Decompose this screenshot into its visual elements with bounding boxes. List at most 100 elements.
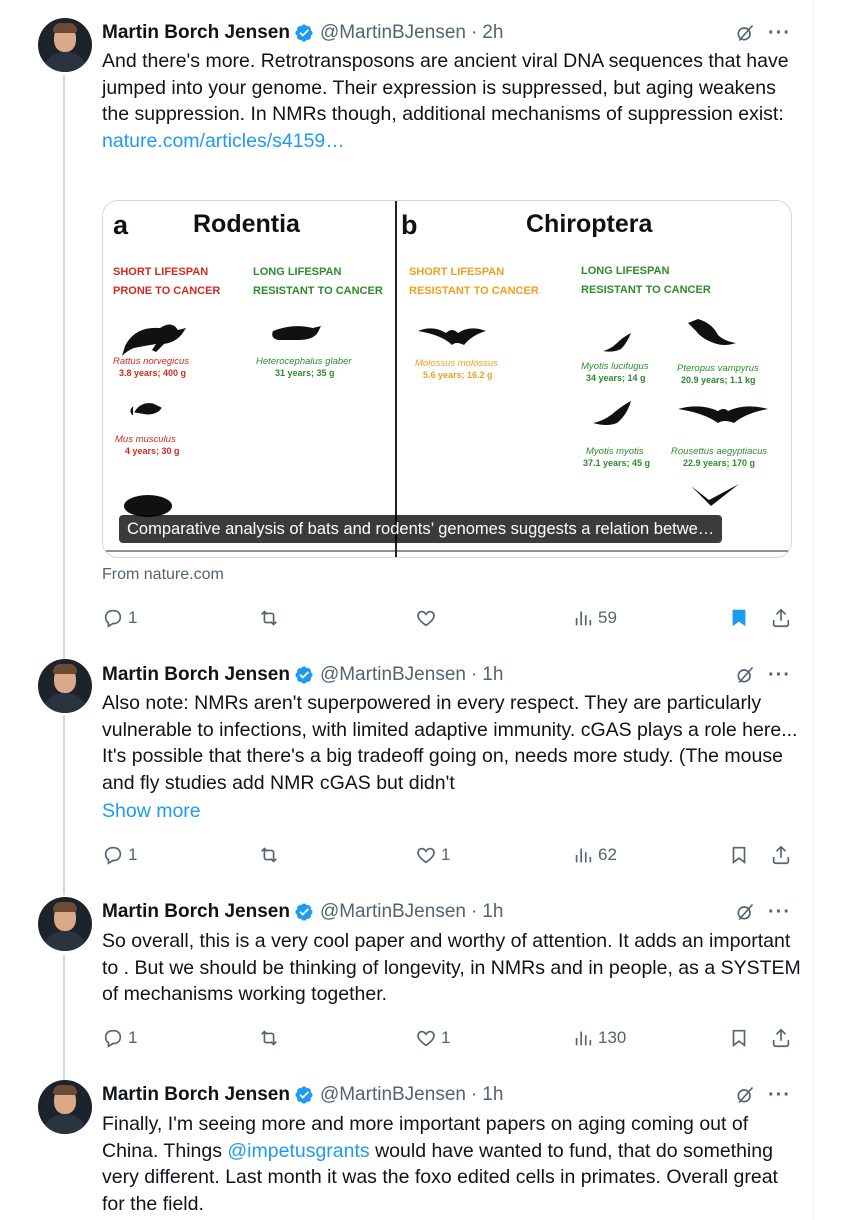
heart-icon: [417, 847, 435, 864]
repost-button[interactable]: [258, 606, 284, 630]
panel-b-sp2-name: Myotis lucifugus: [581, 361, 649, 372]
timeline-border: [813, 0, 814, 1220]
avatar[interactable]: [38, 1080, 92, 1134]
heart-icon: [417, 1030, 435, 1047]
panel-a-sp1-data: 3.8 years; 400 g: [119, 368, 186, 378]
bookmark-icon: [732, 846, 746, 864]
panel-a-sp1-name: Rattus norvegicus: [113, 356, 189, 367]
tweet-time[interactable]: 1h: [482, 664, 503, 686]
panel-b-sp5-name: Rousettus aegyptiacus: [671, 446, 767, 457]
like-button[interactable]: [415, 606, 441, 630]
reply-icon: [104, 846, 122, 865]
tweet-time[interactable]: 2h: [482, 22, 503, 44]
like-button[interactable]: 1: [415, 1026, 450, 1050]
verified-badge-icon: [295, 903, 313, 921]
repost-icon: [261, 610, 277, 626]
share-icon: [772, 1028, 790, 1048]
tweet-header: Martin Borch Jensen @MartinBJensen · 1h: [102, 900, 503, 924]
grok-icon[interactable]: [735, 902, 755, 922]
bookmark-filled-icon: [732, 609, 746, 627]
separator-dot: ·: [470, 22, 478, 43]
grok-icon[interactable]: [735, 23, 755, 43]
bookmark-button[interactable]: [728, 606, 750, 630]
panel-b-long-h1: LONG LIFESPAN: [581, 265, 669, 277]
repost-button[interactable]: [258, 1026, 284, 1050]
share-button[interactable]: [770, 843, 792, 867]
panel-b-short-h2: RESISTANT TO CANCER: [409, 285, 539, 297]
views-button[interactable]: 130: [572, 1026, 626, 1050]
repost-icon: [261, 847, 277, 863]
tweet-text: And there's more. Retrotransposons are a…: [102, 48, 802, 154]
thread-line: [63, 75, 65, 660]
panel-a-sp3-data: 4 years; 30 g: [125, 446, 180, 456]
repost-icon: [261, 1030, 277, 1046]
more-options-icon[interactable]: ···: [768, 1085, 792, 1109]
analytics-icon: [575, 1031, 592, 1046]
panel-a-sp2-name: Heterocephalus glaber: [256, 356, 352, 367]
bookmark-button[interactable]: [728, 843, 750, 867]
link-card[interactable]: a Rodentia SHORT LIFESPAN PRONE TO CANCE…: [102, 200, 792, 558]
views-button[interactable]: 59: [572, 606, 617, 630]
view-count: 62: [598, 845, 617, 864]
author-handle[interactable]: @MartinBJensen: [320, 901, 466, 923]
card-figure-image: a Rodentia SHORT LIFESPAN PRONE TO CANCE…: [103, 201, 791, 557]
reply-button[interactable]: 1: [102, 606, 137, 630]
author-name[interactable]: Martin Borch Jensen: [102, 1084, 290, 1106]
avatar[interactable]: [38, 18, 92, 72]
like-button[interactable]: 1: [415, 843, 450, 867]
reply-count: 1: [128, 608, 138, 627]
repost-button[interactable]: [258, 843, 284, 867]
thread-line: [63, 955, 65, 1080]
panel-a-short-h2: PRONE TO CANCER: [113, 285, 220, 297]
panel-a-long-h2: RESISTANT TO CANCER: [253, 285, 383, 297]
reply-icon: [104, 1029, 122, 1048]
reply-button[interactable]: 1: [102, 1026, 137, 1050]
avatar[interactable]: [38, 897, 92, 951]
panel-b-sp4-data: 37.1 years; 45 g: [583, 458, 650, 468]
tweet-time[interactable]: 1h: [482, 1084, 503, 1106]
tweet-text: Also note: NMRs aren't superpowered in e…: [102, 692, 798, 794]
more-options-icon[interactable]: ···: [768, 23, 792, 47]
reply-count: 1: [128, 1028, 138, 1047]
author-name[interactable]: Martin Borch Jensen: [102, 22, 290, 44]
tweet-text: Finally, I'm seeing more and more import…: [102, 1111, 802, 1217]
bookmark-icon: [732, 1029, 746, 1047]
separator-dot: ·: [470, 664, 478, 685]
like-count: 1: [441, 1028, 451, 1047]
bookmark-button[interactable]: [728, 1026, 750, 1050]
panel-b-sp1-name: Molossus molossus: [415, 358, 498, 369]
heart-icon: [417, 610, 435, 627]
author-handle[interactable]: @MartinBJensen: [320, 1084, 466, 1106]
tweet-actions: 1 1 130: [102, 1026, 802, 1050]
show-more-link[interactable]: Show more: [102, 800, 201, 823]
panel-a-title: Rodentia: [193, 210, 301, 238]
grok-icon[interactable]: [735, 1085, 755, 1105]
panel-b-short-h1: SHORT LIFESPAN: [409, 266, 504, 278]
reply-button[interactable]: 1: [102, 843, 137, 867]
panel-a-sp3-name: Mus musculus: [115, 434, 176, 445]
rodent-silhouette: [124, 495, 172, 517]
tweet-text: So overall, this is a very cool paper an…: [102, 930, 801, 1005]
mention-link[interactable]: @impetusgrants: [227, 1140, 369, 1162]
more-options-icon[interactable]: ···: [768, 902, 792, 926]
tweet-time[interactable]: 1h: [482, 901, 503, 923]
avatar[interactable]: [38, 659, 92, 713]
share-button[interactable]: [770, 1026, 792, 1050]
panel-b-sp5-data: 22.9 years; 170 g: [683, 458, 755, 468]
views-button[interactable]: 62: [572, 843, 617, 867]
card-source[interactable]: From nature.com: [102, 566, 224, 584]
grok-icon[interactable]: [735, 665, 755, 685]
more-options-icon[interactable]: ···: [768, 665, 792, 689]
panel-b-title: Chiroptera: [526, 210, 654, 238]
author-handle[interactable]: @MartinBJensen: [320, 664, 466, 686]
author-name[interactable]: Martin Borch Jensen: [102, 901, 290, 923]
view-count: 59: [598, 608, 617, 627]
share-button[interactable]: [770, 606, 792, 630]
share-icon: [772, 845, 790, 865]
tweet-header: Martin Borch Jensen @MartinBJensen · 1h: [102, 663, 503, 687]
tweet-link[interactable]: nature.com/articles/s4159…: [102, 130, 345, 152]
verified-badge-icon: [295, 24, 313, 42]
author-name[interactable]: Martin Borch Jensen: [102, 664, 290, 686]
reply-icon: [104, 609, 122, 628]
author-handle[interactable]: @MartinBJensen: [320, 22, 466, 44]
